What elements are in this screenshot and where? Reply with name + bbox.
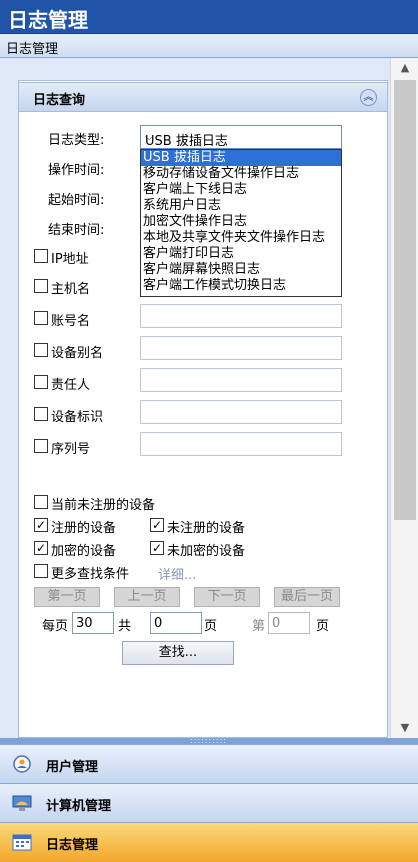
- page-unit: 页: [316, 619, 330, 634]
- dropdown-option[interactable]: 移动存储设备文件操作日志: [141, 166, 341, 182]
- nav-user-management-label: 用户管理: [46, 760, 99, 775]
- encrypted-checkbox[interactable]: ✓: [34, 541, 48, 555]
- window-title: 日志管理: [8, 8, 88, 32]
- end-time-label: 结束时间:: [48, 223, 105, 238]
- nav-log-management-label: 日志管理: [46, 838, 99, 853]
- nav-log-management[interactable]: 日志管理: [0, 822, 418, 862]
- dropdown-option[interactable]: 客户端上下线日志: [141, 182, 341, 198]
- host-label: 主机名: [51, 282, 91, 297]
- device-alias-checkbox[interactable]: [34, 343, 48, 357]
- computer-icon: [12, 795, 32, 811]
- calendar-icon: [12, 834, 32, 851]
- log-type-select[interactable]: USB 拔插日志 ⌵: [140, 125, 342, 149]
- serial-label: 序列号: [51, 442, 91, 457]
- log-query-section-header[interactable]: 日志查询 ︽: [18, 82, 388, 112]
- total-value: 0: [154, 616, 163, 631]
- next-page-button[interactable]: 下一页: [194, 587, 260, 607]
- account-checkbox[interactable]: [34, 311, 48, 325]
- collapse-icon[interactable]: ︽: [360, 89, 377, 106]
- account-input[interactable]: [140, 304, 342, 328]
- encrypted-label: 加密的设备: [51, 544, 117, 559]
- total-label: 共: [118, 619, 132, 634]
- start-time-label: 起始时间:: [48, 193, 105, 208]
- total-pages-unit: 页: [204, 619, 218, 634]
- owner-input[interactable]: [140, 368, 342, 392]
- search-button[interactable]: 查找...: [122, 641, 234, 665]
- log-type-dropdown-list[interactable]: USB 拔插日志 移动存储设备文件操作日志 客户端上下线日志 系统用户日志 加密…: [140, 149, 342, 297]
- ip-checkbox[interactable]: [34, 249, 48, 263]
- per-page-input[interactable]: 30: [72, 612, 114, 634]
- per-page-label: 每页: [42, 619, 69, 634]
- dropdown-option[interactable]: 系统用户日志: [141, 198, 341, 214]
- owner-label: 责任人: [51, 378, 91, 393]
- window-titlebar: 日志管理: [0, 0, 418, 34]
- section-title: 日志查询: [33, 93, 86, 108]
- unregistered-checkbox[interactable]: ✓: [150, 518, 164, 532]
- page-input[interactable]: 0: [268, 612, 310, 634]
- unregistered-current-checkbox[interactable]: [34, 495, 48, 509]
- chevron-down-icon[interactable]: ⌵: [145, 130, 335, 144]
- dropdown-option[interactable]: USB 拔插日志: [141, 150, 341, 166]
- first-page-button[interactable]: 第一页: [34, 587, 100, 607]
- vertical-scrollbar[interactable]: ▲ ▼: [390, 58, 418, 738]
- unregistered-label: 未注册的设备: [167, 521, 246, 536]
- device-alias-input[interactable]: [140, 336, 342, 360]
- per-page-value: 30: [76, 616, 93, 631]
- details-link[interactable]: 详细...: [158, 564, 196, 583]
- dropdown-option[interactable]: 客户端工作模式切换日志: [141, 278, 341, 294]
- panel-header: 日志管理: [0, 34, 418, 58]
- account-label: 账号名: [51, 314, 91, 329]
- dropdown-option[interactable]: 客户端屏幕快照日志: [141, 262, 341, 278]
- unregistered-current-label: 当前未注册的设备: [51, 498, 156, 513]
- scroll-up-icon[interactable]: ▲: [391, 58, 418, 78]
- device-alias-label: 设备别名: [51, 346, 104, 361]
- host-checkbox[interactable]: [34, 279, 48, 293]
- device-id-checkbox[interactable]: [34, 407, 48, 421]
- panel-header-label: 日志管理: [6, 42, 59, 57]
- page-value: 0: [272, 616, 281, 631]
- unencrypted-label: 未加密的设备: [167, 544, 246, 559]
- nav-user-management[interactable]: 用户管理: [0, 744, 418, 783]
- nav-computer-management[interactable]: 计算机管理: [0, 783, 418, 822]
- user-icon: [13, 755, 31, 773]
- owner-checkbox[interactable]: [34, 375, 48, 389]
- device-id-input[interactable]: [140, 400, 342, 424]
- more-conditions-label: 更多查找条件: [51, 567, 130, 582]
- scroll-down-icon[interactable]: ▼: [391, 718, 418, 738]
- log-type-label: 日志类型:: [48, 133, 105, 148]
- total-input: 0: [150, 612, 202, 634]
- prev-page-button[interactable]: 上一页: [114, 587, 180, 607]
- op-time-label: 操作时间:: [48, 163, 105, 178]
- serial-input[interactable]: [140, 432, 342, 456]
- ip-label: IP地址: [51, 252, 89, 267]
- page-label: 第: [252, 619, 266, 634]
- registered-checkbox[interactable]: ✓: [34, 518, 48, 532]
- scroll-thumb[interactable]: [394, 80, 416, 520]
- nav-computer-management-label: 计算机管理: [46, 799, 112, 814]
- dropdown-option[interactable]: 客户端打印日志: [141, 246, 341, 262]
- dropdown-option[interactable]: 加密文件操作日志: [141, 214, 341, 230]
- more-conditions-checkbox[interactable]: [34, 564, 48, 578]
- dropdown-option[interactable]: 本地及共享文件夹文件操作日志: [141, 230, 341, 246]
- registered-label: 注册的设备: [51, 521, 117, 536]
- unencrypted-checkbox[interactable]: ✓: [150, 541, 164, 555]
- serial-checkbox[interactable]: [34, 439, 48, 453]
- last-page-button[interactable]: 最后一页: [274, 587, 340, 607]
- device-id-label: 设备标识: [51, 410, 104, 425]
